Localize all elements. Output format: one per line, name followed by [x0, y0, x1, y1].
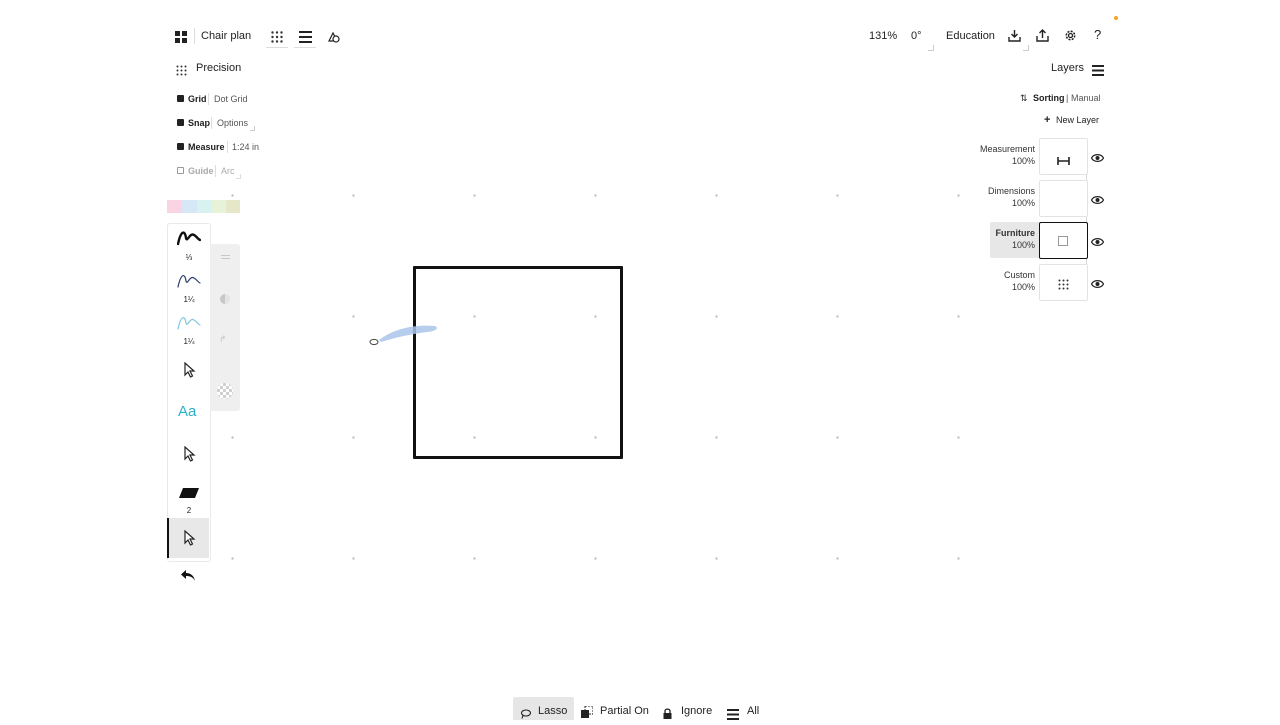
snap-label: Snap	[188, 118, 211, 128]
mode-label[interactable]: Education	[946, 30, 995, 42]
layer-thumbnail[interactable]	[1039, 222, 1088, 259]
eraser-tool-icon[interactable]	[179, 485, 199, 498]
shapes-icon[interactable]	[328, 30, 340, 43]
pointer-tool-icon[interactable]	[183, 529, 197, 546]
sort-icon: ⇅	[1020, 93, 1028, 103]
eraser-size-label: 2	[186, 506, 192, 515]
layer-opacity: 100%	[1011, 240, 1035, 250]
share-icon[interactable]	[1036, 29, 1049, 42]
plus-icon: +	[1044, 114, 1051, 126]
lock-icon	[663, 706, 672, 719]
pen-tool-icon[interactable]	[176, 228, 202, 246]
dot-grid-icon[interactable]	[271, 30, 283, 43]
eye-icon[interactable]	[1090, 192, 1105, 204]
ignore-label[interactable]: Ignore	[681, 705, 712, 717]
pointer-tool-icon[interactable]	[183, 445, 197, 462]
line-weight-icon[interactable]	[221, 255, 230, 256]
layer-name[interactable]: Measurement	[980, 144, 1035, 154]
guide-toggle-checkbox[interactable]	[177, 167, 184, 174]
sorting-label[interactable]: Sorting	[1033, 93, 1065, 103]
eye-icon[interactable]	[1090, 276, 1105, 288]
furniture-rectangle[interactable]	[413, 266, 623, 459]
marker-size-label: 1¼	[183, 337, 195, 346]
measure-value[interactable]: 1:24 in	[232, 142, 259, 152]
measure-toggle-checkbox[interactable]	[177, 143, 184, 150]
layer-thumbnail[interactable]	[1039, 264, 1088, 301]
gear-icon[interactable]	[1064, 29, 1077, 42]
texture-icon[interactable]	[217, 383, 233, 399]
measure-icon	[1057, 152, 1070, 165]
dot-grid-icon	[1058, 277, 1069, 290]
grid-value[interactable]: Dot Grid	[214, 94, 248, 104]
download-icon[interactable]	[1008, 29, 1021, 42]
notification-dot-icon	[1114, 16, 1118, 20]
undo-icon[interactable]	[180, 569, 196, 582]
partial-label[interactable]: Partial On	[600, 705, 649, 717]
layer-name[interactable]: Furniture	[996, 228, 1036, 238]
guide-value[interactable]: Arc	[221, 166, 235, 176]
pen-size-label: ⅓	[185, 253, 193, 262]
dot-grid-icon[interactable]	[176, 63, 187, 76]
lasso-label[interactable]: Lasso	[538, 705, 567, 717]
grid-toggle-checkbox[interactable]	[177, 95, 184, 102]
color-swatch[interactable]	[212, 200, 226, 213]
color-swatch[interactable]	[197, 200, 212, 213]
pressure-icon[interactable]: ↱	[219, 334, 227, 345]
partial-selection-icon	[581, 705, 594, 718]
snap-value[interactable]: Options	[217, 118, 248, 128]
sorting-value[interactable]: Manual	[1071, 93, 1101, 103]
pencil-tool-icon[interactable]	[177, 271, 201, 289]
text-tool-icon[interactable]: Aa	[178, 403, 196, 420]
layer-name[interactable]: Custom	[1004, 270, 1035, 280]
grid-menu-icon[interactable]	[175, 30, 187, 43]
layer-thumbnail[interactable]	[1039, 138, 1088, 175]
color-swatch[interactable]	[182, 200, 197, 213]
snap-toggle-checkbox[interactable]	[177, 119, 184, 126]
zoom-level[interactable]: 131%	[869, 30, 897, 42]
lasso-icon	[520, 706, 532, 719]
tool-options-panel: ↱	[210, 244, 240, 411]
help-icon[interactable]: ?	[1094, 27, 1104, 43]
opacity-icon[interactable]	[220, 294, 230, 304]
pointer-tool-icon[interactable]	[183, 361, 197, 378]
new-layer-button[interactable]: New Layer	[1056, 115, 1099, 125]
layers-title[interactable]: Layers	[1051, 62, 1084, 74]
rectangle-preview-icon	[1058, 236, 1068, 246]
lines-menu-icon[interactable]	[299, 30, 312, 43]
color-swatch[interactable]	[167, 200, 182, 213]
guide-label: Guide	[188, 166, 214, 176]
precision-title[interactable]: Precision	[196, 62, 241, 74]
grid-label: Grid	[188, 94, 207, 104]
color-swatch[interactable]	[226, 200, 240, 213]
lines-menu-icon	[727, 707, 739, 720]
sorting-separator: |	[1066, 93, 1069, 103]
pencil-size-label: 1¼	[183, 295, 195, 304]
layer-opacity: 100%	[1011, 198, 1035, 208]
eye-icon[interactable]	[1090, 150, 1105, 162]
brush-stroke-icon[interactable]	[367, 320, 441, 348]
layer-name[interactable]: Dimensions	[988, 186, 1035, 196]
all-label[interactable]: All	[747, 705, 759, 717]
layer-opacity: 100%	[1011, 282, 1035, 292]
rotation-angle[interactable]: 0°	[911, 30, 922, 42]
eye-icon[interactable]	[1090, 234, 1105, 246]
measure-label: Measure	[188, 142, 225, 152]
marker-tool-icon[interactable]	[177, 313, 201, 331]
layer-thumbnail[interactable]	[1039, 180, 1088, 217]
lines-menu-icon[interactable]	[1092, 63, 1104, 76]
layer-opacity: 100%	[1011, 156, 1035, 166]
document-title[interactable]: Chair plan	[201, 30, 251, 42]
